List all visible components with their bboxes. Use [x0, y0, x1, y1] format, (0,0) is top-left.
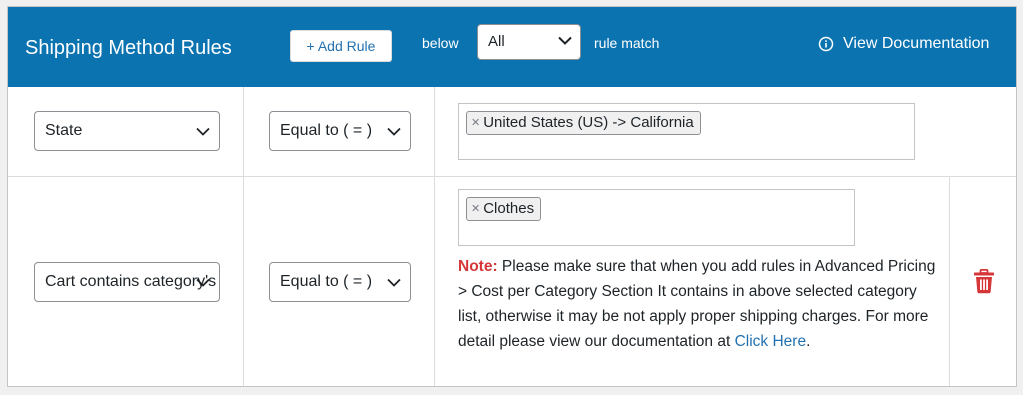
rule-match-label: rule match: [594, 35, 660, 51]
panel-title: Shipping Method Rules: [25, 37, 232, 59]
column-divider: [949, 177, 950, 386]
trash-icon[interactable]: [973, 269, 995, 294]
condition-value: State: [45, 122, 83, 139]
panel-header: Shipping Method Rules + Add Rule below A…: [8, 7, 1016, 87]
view-documentation-label: View Documentation: [843, 35, 990, 52]
note-text: Please make sure that when you add rules…: [458, 258, 936, 350]
note-label: Note:: [458, 258, 498, 275]
operator-select[interactable]: Equal to ( = ): [269, 262, 411, 302]
chevron-down-icon: [196, 127, 210, 136]
condition-select[interactable]: State: [34, 111, 220, 151]
rule-row: Cart contains category's product Equal t…: [8, 177, 1016, 386]
chevron-down-icon: [387, 127, 401, 136]
note-end: .: [806, 333, 811, 350]
tag-label: Clothes: [483, 200, 535, 217]
tag-remove-icon[interactable]: ✕: [471, 203, 480, 215]
column-divider: [434, 177, 435, 386]
selected-tag: ✕ United States (US) -> California: [466, 111, 701, 135]
value-tag-input[interactable]: ✕ Clothes: [458, 189, 855, 246]
rule-match-select[interactable]: All: [477, 24, 581, 60]
info-circle-icon: [818, 36, 834, 52]
add-rule-button[interactable]: + Add Rule: [290, 30, 392, 62]
click-here-link[interactable]: Click Here: [735, 333, 806, 350]
selected-tag: ✕ Clothes: [466, 197, 542, 221]
column-divider: [243, 87, 244, 176]
tag-label: United States (US) -> California: [483, 114, 694, 131]
below-label: below: [422, 35, 459, 51]
condition-value: Cart contains category's product: [45, 273, 219, 290]
value-tag-input[interactable]: ✕ United States (US) -> California: [458, 103, 915, 160]
chevron-down-icon: [196, 278, 210, 287]
rule-match-value: All: [488, 33, 505, 50]
tag-remove-icon[interactable]: ✕: [471, 117, 480, 129]
category-note: Note: Please make sure that when you add…: [458, 254, 936, 354]
column-divider: [434, 87, 435, 176]
chevron-down-icon: [387, 278, 401, 287]
column-divider: [243, 177, 244, 386]
operator-select[interactable]: Equal to ( = ): [269, 111, 411, 151]
chevron-down-icon: [558, 36, 572, 45]
condition-select[interactable]: Cart contains category's product: [34, 262, 220, 302]
shipping-rules-panel: Shipping Method Rules + Add Rule below A…: [7, 6, 1017, 387]
rule-row: State Equal to ( = ) ✕ United States (US)…: [8, 87, 1016, 177]
